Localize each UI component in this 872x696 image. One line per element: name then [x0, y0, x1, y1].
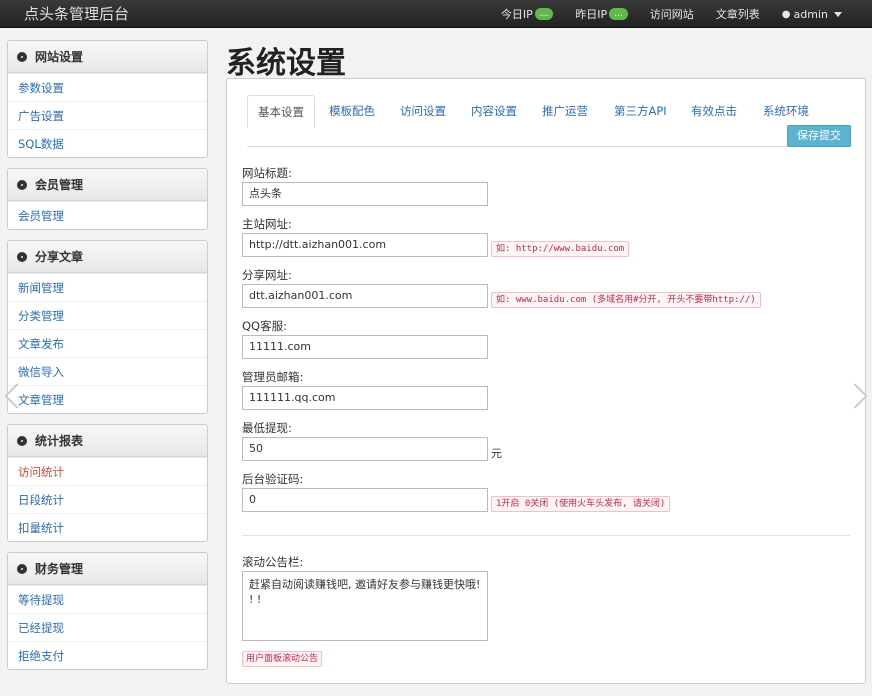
tab-access[interactable]: 访问设置 — [400, 95, 446, 127]
gear-icon — [17, 179, 27, 190]
main-url-input[interactable]: http://dtt.aizhan001.com — [242, 233, 488, 257]
notice-label: 滚动公告栏: — [242, 555, 304, 569]
panel-header[interactable]: 会员管理 — [8, 169, 207, 201]
article-list-link[interactable]: 文章列表 — [716, 6, 760, 22]
user-icon: ● — [781, 8, 791, 20]
panel-title: 网站设置 — [35, 50, 84, 64]
sidebar: 网站设置 参数设置 广告设置 SQL数据 会员管理 会员管理 分享文章 新闻管理… — [7, 40, 208, 680]
top-nav: 今日IP ... 昨日IP ... 访问网站 文章列表 ● admin — [479, 0, 842, 28]
sidebar-item-daily-stats[interactable]: 日段统计 — [8, 485, 207, 513]
sidebar-item-news[interactable]: 新闻管理 — [8, 273, 207, 301]
min-withdraw-label: 最低提现: — [242, 421, 292, 435]
tab-template-colors[interactable]: 模板配色 — [329, 95, 375, 127]
sidebar-item-deduct-stats[interactable]: 扣量统计 — [8, 513, 207, 541]
settings-panel: 基本设置 模板配色 访问设置 内容设置 推广运营 第三方API 有效点击 系统环… — [226, 78, 866, 684]
gear-icon — [17, 251, 27, 262]
gear-icon — [17, 51, 27, 62]
gear-icon — [17, 563, 27, 574]
sidebar-panel-members: 会员管理 会员管理 — [7, 168, 208, 230]
user-menu[interactable]: ● admin — [782, 8, 842, 21]
sidebar-item-withdrawn[interactable]: 已经提现 — [8, 613, 207, 641]
sidebar-item-visit-stats[interactable]: 访问统计 — [8, 457, 207, 485]
sidebar-item-wechat-import[interactable]: 微信导入 — [8, 357, 207, 385]
sidebar-item-sql[interactable]: SQL数据 — [8, 129, 207, 157]
site-title-input[interactable]: 点头条 — [242, 182, 488, 206]
top-navbar: 点头条管理后台 今日IP ... 昨日IP ... 访问网站 文章列表 ● ad… — [0, 0, 872, 28]
main-url-label: 主站网址: — [242, 217, 292, 231]
brand-title[interactable]: 点头条管理后台 — [24, 3, 129, 24]
qq-label: QQ客服: — [242, 319, 287, 333]
panel-header[interactable]: 统计报表 — [8, 425, 207, 457]
panel-title: 统计报表 — [35, 434, 84, 448]
tab-system-env[interactable]: 系统环境 — [763, 95, 809, 127]
page-title: 系统设置 — [226, 46, 346, 81]
tab-basic[interactable]: 基本设置 — [247, 95, 315, 128]
panel-header[interactable]: 网站设置 — [8, 41, 207, 73]
min-withdraw-input[interactable]: 50 — [242, 437, 488, 461]
visit-site-link[interactable]: 访问网站 — [650, 6, 694, 22]
email-input[interactable]: 111111.qq.com — [242, 386, 488, 410]
today-ip-link[interactable]: 今日IP ... — [500, 6, 554, 22]
tab-promotion[interactable]: 推广运营 — [542, 95, 588, 127]
min-withdraw-unit: 元 — [491, 447, 502, 460]
captcha-input[interactable]: 0 — [242, 488, 488, 512]
panel-title: 分享文章 — [35, 250, 84, 264]
panel-title: 会员管理 — [35, 178, 84, 192]
sidebar-item-publish[interactable]: 文章发布 — [8, 329, 207, 357]
site-title-label: 网站标题: — [242, 166, 292, 180]
qq-input[interactable]: 11111.com — [242, 335, 488, 359]
today-ip-label: 今日IP — [500, 8, 533, 21]
tab-bar: 基本设置 模板配色 访问设置 内容设置 推广运营 第三方API 有效点击 系统环… — [247, 95, 851, 147]
panel-header[interactable]: 分享文章 — [8, 241, 207, 273]
sidebar-item-pending-withdraw[interactable]: 等待提现 — [8, 585, 207, 613]
tab-content[interactable]: 内容设置 — [471, 95, 517, 127]
yesterday-ip-link[interactable]: 昨日IP ... — [575, 6, 628, 22]
notice-hint: 用户面板滚动公告 — [242, 651, 323, 667]
sidebar-panel-stats: 统计报表 访问统计 日段统计 扣量统计 — [7, 424, 208, 542]
share-url-input[interactable]: dtt.aizhan001.com — [242, 284, 488, 308]
sidebar-item-params[interactable]: 参数设置 — [8, 73, 207, 101]
tab-third-party-api[interactable]: 第三方API — [614, 95, 667, 127]
sidebar-item-members[interactable]: 会员管理 — [8, 201, 207, 229]
sidebar-item-rejected[interactable]: 拒绝支付 — [8, 641, 207, 669]
yesterday-ip-label: 昨日IP — [575, 8, 608, 21]
notice-textarea[interactable]: 赶紧自动阅读赚钱吧, 邀请好友参与赚钱更快哦! ! ! — [242, 571, 488, 641]
captcha-hint: 1开启 0关闭 (使用火车头发布, 请关闭) — [491, 496, 671, 512]
sidebar-item-articles[interactable]: 文章管理 — [8, 385, 207, 413]
yesterday-ip-badge: ... — [609, 8, 628, 20]
sidebar-panel-site-settings: 网站设置 参数设置 广告设置 SQL数据 — [7, 40, 208, 158]
today-ip-badge: ... — [534, 8, 554, 20]
captcha-label: 后台验证码: — [242, 472, 304, 486]
sidebar-item-categories[interactable]: 分类管理 — [8, 301, 207, 329]
gear-icon — [17, 435, 27, 446]
sidebar-item-ads[interactable]: 广告设置 — [8, 101, 207, 129]
divider — [242, 535, 850, 536]
share-url-hint: 如: www.baidu.com (多域名用#分开, 开头不要带http://) — [491, 292, 761, 308]
user-name: admin — [793, 7, 828, 21]
email-label: 管理员邮箱: — [242, 370, 304, 384]
tab-valid-clicks[interactable]: 有效点击 — [691, 95, 737, 127]
share-url-label: 分享网址: — [242, 268, 292, 282]
sidebar-panel-share: 分享文章 新闻管理 分类管理 文章发布 微信导入 文章管理 — [7, 240, 208, 414]
main-url-hint: 如: http://www.baidu.com — [491, 241, 630, 257]
panel-title: 财务管理 — [35, 562, 84, 576]
chevron-down-icon — [834, 11, 842, 17]
sidebar-panel-finance: 财务管理 等待提现 已经提现 拒绝支付 — [7, 552, 208, 670]
save-button[interactable]: 保存提交 — [787, 125, 851, 147]
panel-header[interactable]: 财务管理 — [8, 553, 207, 585]
